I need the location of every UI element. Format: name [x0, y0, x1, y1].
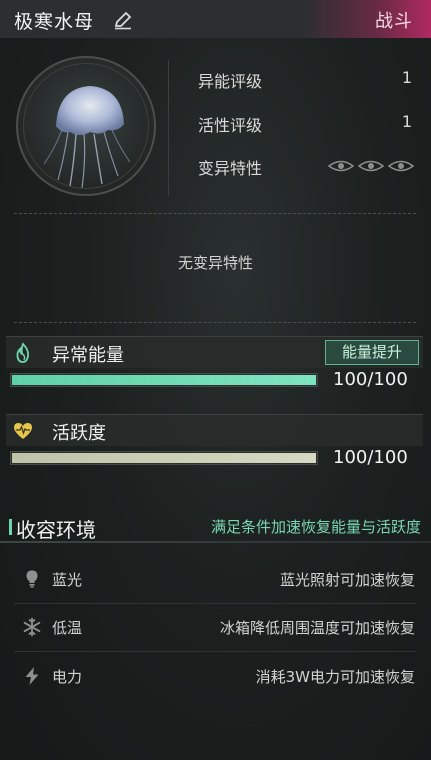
env-item-blue-light: 蓝光 蓝光照射可加速恢复 — [0, 559, 431, 599]
flame-icon — [16, 342, 30, 363]
environment-hint: 满足条件加速恢复能量与活跃度 — [210, 518, 421, 536]
activity-value: 100/100 — [333, 447, 408, 468]
pet-detail-panel: 极寒水母 战斗 异能评级 1 活性评级 1 变异特性 无变异特性 异常能量 能量… — [0, 0, 431, 760]
energy-boost-button[interactable]: 能量提升 — [325, 340, 419, 365]
dashed-divider — [14, 322, 416, 323]
env-label: 蓝光 — [52, 571, 83, 589]
battle-button[interactable]: 战斗 — [375, 7, 413, 33]
energy-title: 异常能量 — [52, 345, 124, 366]
env-description: 冰箱降低周围温度可加速恢复 — [219, 619, 415, 637]
creature-name: 极寒水母 — [14, 11, 95, 33]
row-divider — [14, 603, 416, 604]
stat-value: 1 — [401, 68, 412, 87]
mutation-description: 无变异特性 — [177, 254, 253, 272]
activity-title: 活跃度 — [52, 423, 106, 444]
pencil-icon[interactable] — [112, 9, 134, 31]
eye-icon — [358, 160, 384, 172]
section-marker — [9, 519, 12, 535]
row-divider — [14, 651, 416, 652]
stat-label: 异能评级 — [198, 72, 263, 91]
bulb-icon — [26, 570, 38, 588]
snowflake-icon — [23, 617, 41, 637]
stat-activity-rating: 活性评级 1 — [198, 112, 416, 135]
env-description: 蓝光照射可加速恢复 — [279, 571, 415, 589]
env-item-low-temp: 低温 冰箱降低周围温度可加速恢复 — [0, 607, 431, 647]
stat-label: 活性评级 — [198, 116, 263, 135]
env-description: 消耗3W电力可加速恢复 — [255, 668, 415, 686]
eye-icon — [388, 160, 414, 172]
heart-pulse-icon — [14, 423, 32, 439]
env-label: 低温 — [52, 619, 83, 637]
energy-bar-fill — [12, 375, 316, 385]
energy-value: 100/100 — [333, 369, 408, 390]
env-item-power: 电力 消耗3W电力可加速恢复 — [0, 656, 431, 696]
mutation-slots[interactable] — [328, 159, 414, 173]
portrait-ring — [23, 63, 149, 189]
section-divider — [0, 541, 431, 543]
lightning-icon — [25, 667, 39, 685]
stat-label: 变异特性 — [198, 159, 263, 178]
stat-mutation: 变异特性 — [198, 155, 416, 178]
eye-icon — [328, 160, 354, 172]
divider — [168, 60, 169, 196]
environment-title: 收容环境 — [16, 518, 96, 542]
energy-bar — [10, 373, 318, 387]
activity-bar — [10, 451, 318, 465]
stat-ability-rating: 异能评级 1 — [198, 68, 416, 91]
stat-value: 1 — [401, 112, 412, 131]
header-bar: 极寒水母 战斗 — [0, 0, 431, 38]
activity-bar-fill — [12, 453, 316, 463]
env-label: 电力 — [52, 668, 83, 686]
activity-header: 活跃度 — [6, 414, 423, 446]
energy-header: 异常能量 能量提升 — [6, 336, 423, 368]
dashed-divider — [14, 213, 416, 214]
